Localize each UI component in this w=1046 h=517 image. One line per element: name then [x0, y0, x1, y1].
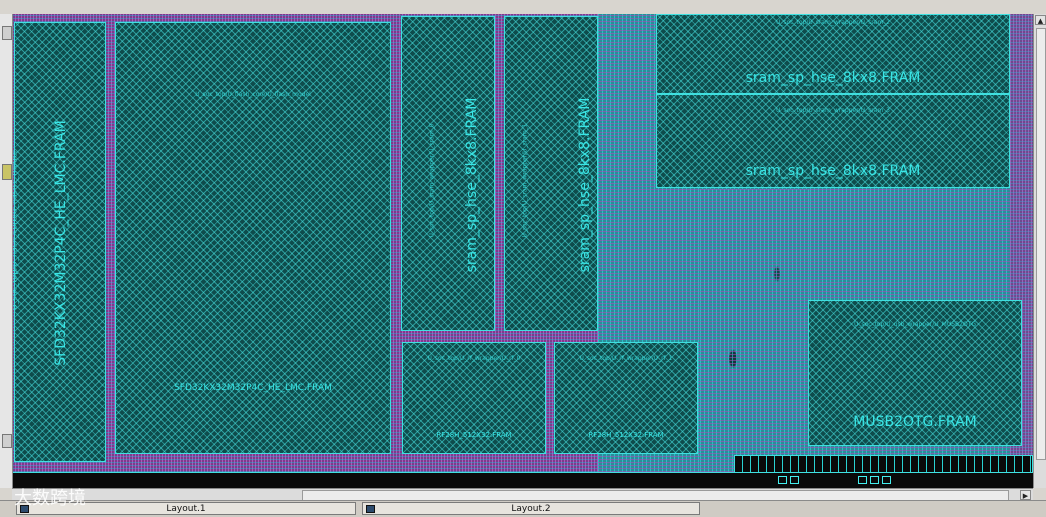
layout-tab-bar: Layout.1 Layout.2: [0, 500, 1046, 517]
usb-macro[interactable]: U_soc_top/U_usb_wrapper/U_MUSB2OTG MUSB2…: [808, 300, 1022, 446]
rf-macro-1-instance: U_soc_top/U_rf_wrapper/U_rf_0: [427, 355, 521, 362]
sram-macro-horizontal-2-label: sram_sp_hse_8kx8.FRAM: [745, 163, 921, 179]
scroll-up-button[interactable]: ▲: [1035, 15, 1046, 25]
rf-macro-2[interactable]: U_soc_top/U_rf_wrapper/U_rf_1 RF28H_512X…: [554, 342, 698, 454]
rf-macro-2-instance: U_soc_top/U_rf_wrapper/U_rf_1: [579, 355, 673, 362]
flash-macro-main-label: SFD32KX32M32P4C_HE_LMC.FRAM: [174, 383, 332, 393]
usb-macro-label: MUSB2OTG.FRAM: [853, 414, 977, 430]
sram-macro-vertical-2[interactable]: sram_sp_hse_8kx8.FRAM U_soc_top/U_sram_w…: [504, 16, 598, 331]
panel-button[interactable]: [2, 164, 12, 180]
tab-layout-2-label: Layout.2: [511, 504, 551, 514]
sram-macro-horizontal-2-instance: U_soc_top/U_sram_wrapper/U_sram_3: [775, 107, 891, 114]
flash-macro-vertical-label: SFD32KX32M32P4C_HE_LMC.FRAM: [53, 120, 69, 366]
flash-macro-main[interactable]: U_soc_top/U_flash_core/U_flash_model SFD…: [115, 22, 391, 454]
left-panel-strip[interactable]: [0, 14, 13, 488]
watermark-text: 大数跨境: [14, 488, 86, 509]
flash-macro-vertical[interactable]: SFD32KX32M32P4C_HE_LMC.FRAM: [14, 22, 106, 462]
io-pad-block: [734, 455, 1033, 473]
rf-macro-2-label: RF28H_512X32.FRAM: [588, 431, 664, 439]
io-pad: [870, 476, 879, 484]
tab-layout-2[interactable]: Layout.2: [362, 502, 700, 515]
sram-macro-vertical-1-instance: U_soc_top/U_sram_wrapper/U_sram_0: [428, 123, 436, 238]
flash-macro-instance-label: U_soc_top/U_flash_core/U_flash_model: [195, 91, 311, 98]
sram-macro-horizontal-1-instance: U_soc_top/U_sram_wrapper/U_sram_2: [775, 19, 891, 26]
io-pad: [882, 476, 891, 484]
io-pad: [858, 476, 867, 484]
sram-macro-vertical-1-label: sram_sp_hse_8kx8.FRAM: [464, 97, 480, 273]
stdcell-region-mid: [700, 189, 810, 472]
io-pad-ring: [12, 455, 1033, 488]
vertical-scroll-thumb[interactable]: [1036, 28, 1046, 460]
sram-macro-vertical-1[interactable]: sram_sp_hse_8kx8.FRAM U_soc_top/U_sram_w…: [401, 16, 495, 331]
sram-macro-vertical-2-instance: U_soc_top/U_sram_wrapper/U_sram_1: [521, 123, 529, 238]
sram-macro-horizontal-2[interactable]: U_soc_top/U_sram_wrapper/U_sram_3 sram_s…: [656, 94, 1010, 188]
sram-macro-horizontal-1[interactable]: U_soc_top/U_sram_wrapper/U_sram_2 sram_s…: [656, 14, 1010, 94]
panel-button[interactable]: [2, 434, 12, 448]
rf-macro-1-label: RF28H_512X32.FRAM: [436, 431, 512, 439]
io-pad: [778, 476, 787, 484]
scroll-right-button[interactable]: ▶: [1020, 490, 1031, 500]
vertical-scrollbar[interactable]: ▲: [1033, 14, 1046, 488]
io-pad: [790, 476, 799, 484]
panel-button[interactable]: [2, 26, 12, 40]
sram-macro-vertical-2-label: sram_sp_hse_8kx8.FRAM: [577, 97, 593, 273]
top-toolbar-strip: [0, 0, 1046, 15]
usb-macro-instance: U_soc_top/U_usb_wrapper/U_MUSB2OTG: [853, 321, 977, 328]
rf-macro-1[interactable]: U_soc_top/U_rf_wrapper/U_rf_0 RF28H_512X…: [402, 342, 546, 454]
sram-macro-horizontal-1-label: sram_sp_hse_8kx8.FRAM: [745, 70, 921, 86]
layout-canvas[interactable]: SFD32KX32M32P4C_HE_LMC.FRAM U_soc_top/U_…: [0, 14, 1046, 488]
